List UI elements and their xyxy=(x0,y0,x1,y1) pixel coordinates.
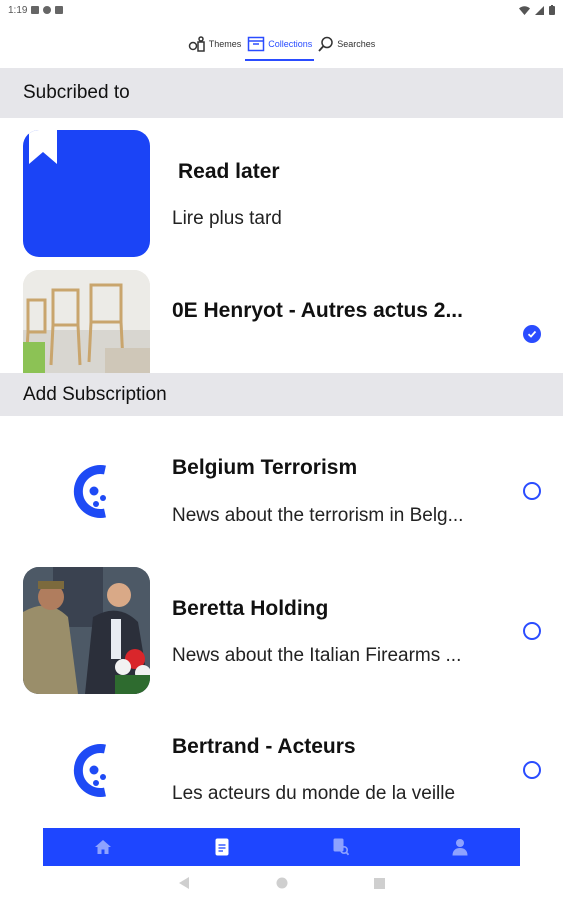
recents-icon xyxy=(374,877,385,889)
profile-icon xyxy=(452,839,468,856)
status-time: 1:19 xyxy=(8,4,28,16)
bottom-nav xyxy=(43,828,520,866)
tab-label: Searches xyxy=(337,39,376,49)
item-subtitle: News about the terrorism in Belg... xyxy=(172,505,464,526)
list-item[interactable]: Read later Lire plus tard xyxy=(0,118,563,263)
section-header-subscribed: Subcribed to xyxy=(0,68,563,118)
home-button[interactable] xyxy=(272,873,292,893)
checkmark-icon xyxy=(527,330,537,338)
collection-thumbnail xyxy=(23,130,150,257)
subscription-radio[interactable] xyxy=(523,761,541,779)
system-buttons xyxy=(0,866,563,900)
item-subtitle: Lire plus tard xyxy=(172,208,282,229)
section-header-add: Add Subscription xyxy=(0,373,563,416)
wifi-icon xyxy=(519,5,530,15)
list-item[interactable]: 0E Henryot - Autres actus 2... xyxy=(0,263,563,373)
home-circle-icon xyxy=(276,877,287,889)
item-title: Bertrand - Acteurs xyxy=(172,735,356,758)
item-title: Beretta Holding xyxy=(172,597,329,620)
chairs-image xyxy=(23,270,150,373)
bookmark-icon xyxy=(29,130,57,164)
tab-themes[interactable]: Themes xyxy=(186,27,244,61)
status-bar: 1:19 xyxy=(0,0,563,20)
collection-thumbnail xyxy=(23,270,150,373)
list-item[interactable]: Bertrand - Acteurs Les acteurs du monde … xyxy=(0,699,563,828)
themes-icon xyxy=(188,36,205,52)
subscription-radio[interactable] xyxy=(523,622,541,640)
top-tabs: Themes Collections Searches xyxy=(0,24,563,64)
item-subtitle: Les acteurs du monde de la veille xyxy=(172,783,456,804)
home-icon xyxy=(94,840,111,854)
back-button[interactable] xyxy=(174,873,194,893)
notification-icon xyxy=(43,6,52,14)
notification-icon xyxy=(55,6,64,14)
signal-icon xyxy=(535,5,544,15)
item-title: 0E Henryot - Autres actus 2... xyxy=(172,299,463,322)
brand-logo-icon xyxy=(73,465,106,518)
handshake-photo xyxy=(23,567,150,694)
tab-collections[interactable]: Collections xyxy=(245,27,315,61)
collection-thumbnail xyxy=(23,707,150,828)
brand-logo-icon xyxy=(73,744,106,797)
tab-label: Themes xyxy=(208,39,242,49)
search-document-icon xyxy=(333,838,350,856)
item-subtitle: News about the Italian Firearms ... xyxy=(172,645,462,666)
search-icon xyxy=(318,36,333,52)
notification-icon xyxy=(31,6,40,14)
recents-button[interactable] xyxy=(370,873,390,893)
list-item[interactable]: Beretta Holding News about the Italian F… xyxy=(0,559,563,699)
nav-collections[interactable] xyxy=(202,832,242,862)
subscription-radio[interactable] xyxy=(523,325,541,343)
collections-icon xyxy=(247,36,265,52)
nav-search[interactable] xyxy=(321,832,361,862)
nav-profile[interactable] xyxy=(440,832,480,862)
battery-icon xyxy=(549,5,555,15)
tab-label: Collections xyxy=(268,39,313,49)
subscription-radio[interactable] xyxy=(523,482,541,500)
item-title: Belgium Terrorism xyxy=(172,456,358,479)
item-title: Read later xyxy=(178,160,280,183)
list-item[interactable]: Belgium Terrorism News about the terrori… xyxy=(0,416,563,559)
collection-thumbnail xyxy=(23,567,150,694)
collection-thumbnail xyxy=(23,428,150,555)
nav-home[interactable] xyxy=(83,832,123,862)
document-icon xyxy=(215,838,229,856)
back-icon xyxy=(178,877,189,889)
tab-searches[interactable]: Searches xyxy=(316,27,377,61)
